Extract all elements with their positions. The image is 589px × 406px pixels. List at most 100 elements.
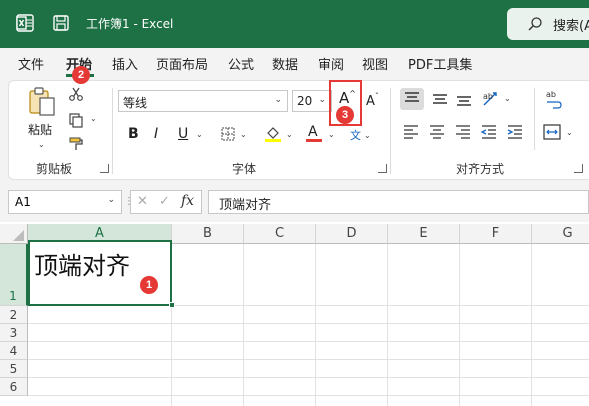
fill-color-icon[interactable] [264,124,282,146]
row-header-6[interactable]: 6 [0,378,28,396]
fill-color-dropdown-arrow[interactable]: ⌄ [286,130,293,139]
align-left-icon [404,125,418,139]
copy-dropdown-arrow[interactable]: ⌄ [90,114,97,123]
select-all-button[interactable] [0,224,28,244]
tab-data[interactable]: 数据 [272,54,298,73]
insert-function-button[interactable]: fx [181,193,194,209]
tab-review[interactable]: 审阅 [318,54,344,73]
orientation-button[interactable]: ab [480,88,504,114]
underline-dropdown-arrow[interactable]: ⌄ [196,130,203,139]
font-size-combo[interactable]: 20 ⌄ [292,90,332,112]
search-label: 搜索(A [553,19,589,34]
chevron-down-icon: ⌄ [318,95,326,105]
phonetic-guide-button[interactable]: 文 [350,128,361,144]
column-header-f[interactable]: F [460,224,532,244]
gridline [459,244,460,406]
font-color-swatch [306,139,322,142]
merge-center-icon [543,124,561,140]
gridline [387,244,388,406]
gridline [243,244,244,406]
copy-icon[interactable] [68,112,84,132]
chevron-down-icon: ⌄ [274,95,282,105]
row-header-5[interactable]: 5 [0,360,28,378]
paste-button[interactable]: 粘贴 [28,122,52,138]
gridline [28,323,589,324]
svg-text:ab: ab [546,90,556,99]
column-header-b[interactable]: B [172,224,244,244]
italic-button[interactable]: I [154,126,158,142]
align-left-button[interactable] [400,122,422,146]
cell-a1-value: 顶端对齐 [34,252,130,280]
orientation-dropdown-arrow[interactable]: ⌄ [504,94,511,103]
column-header-g[interactable]: G [532,224,589,244]
align-right-icon [456,125,470,139]
tab-formulas[interactable]: 公式 [228,54,254,73]
decrease-indent-button[interactable] [478,122,500,146]
decrease-font-size-button[interactable]: Aˇ [366,92,379,111]
merge-dropdown-arrow[interactable]: ⌄ [566,128,573,137]
alignment-group-label: 对齐方式 [456,162,505,176]
phonetic-dropdown-arrow[interactable]: ⌄ [364,131,371,140]
gridline [28,377,589,378]
tab-pdf-tools[interactable]: PDF工具集 [408,54,472,73]
bold-button[interactable]: B [128,126,139,142]
name-box[interactable]: A1 ⌄ [8,190,122,214]
gridline [315,244,316,406]
tab-file[interactable]: 文件 [18,54,44,73]
enter-icon[interactable]: ✓ [159,194,170,209]
gridline [28,395,589,396]
row-header-2[interactable]: 2 [0,306,28,324]
font-color-button[interactable]: A [306,124,322,142]
column-header-c[interactable]: C [244,224,316,244]
tab-insert[interactable]: 插入 [112,54,138,73]
bottom-align-button[interactable] [452,88,476,114]
column-header-d[interactable]: D [316,224,388,244]
name-box-value: A1 [15,195,31,209]
font-size-value: 20 [297,94,313,108]
group-separator [390,88,391,174]
paste-dropdown-arrow[interactable]: ⌄ [38,140,45,149]
increase-indent-button[interactable] [504,122,526,146]
formula-buttons: ✕ ✓ fx [130,190,202,214]
decrease-indent-icon [480,125,496,139]
window-title: 工作簿1 - Excel [86,17,174,31]
middle-align-button[interactable] [428,88,452,114]
font-name-value: 等线 [123,96,148,110]
borders-icon[interactable] [220,126,236,146]
merge-center-button[interactable] [542,122,562,146]
search-box[interactable]: 搜索(A [507,8,589,40]
select-all-icon [13,230,24,241]
save-icon[interactable] [52,14,70,32]
row-header-3[interactable]: 3 [0,324,28,342]
align-center-icon [430,125,444,139]
underline-button[interactable]: U [178,126,188,142]
font-name-combo[interactable]: 等线 ⌄ [118,90,288,112]
orientation-icon: ab [483,92,497,106]
clipboard-launcher-icon[interactable] [100,164,109,173]
font-launcher-icon[interactable] [378,164,387,173]
column-header-e[interactable]: E [388,224,460,244]
cut-icon[interactable] [68,86,84,106]
align-center-button[interactable] [426,122,448,146]
alignment-launcher-icon[interactable] [574,164,583,173]
format-painter-icon[interactable] [68,136,84,156]
font-color-dropdown-arrow[interactable]: ⌄ [328,130,335,139]
row-header-4[interactable]: 4 [0,342,28,360]
wrap-text-button[interactable]: ab [544,88,564,114]
gridline [28,359,589,360]
paste-icon[interactable] [26,86,58,122]
excel-logo-icon [16,14,34,32]
top-align-icon [405,92,419,102]
group-separator [112,88,113,174]
align-right-button[interactable] [452,122,474,146]
tab-page-layout[interactable]: 页面布局 [156,54,208,73]
row-header-1[interactable]: 1 [0,244,28,306]
borders-dropdown-arrow[interactable]: ⌄ [240,130,247,139]
formula-input[interactable]: 顶端对齐 [208,190,589,214]
caret-down-icon: ˇ [374,92,379,101]
clipboard-group-label: 剪贴板 [36,162,73,176]
tab-view[interactable]: 视图 [362,54,388,73]
top-align-button[interactable] [400,88,424,110]
cancel-icon[interactable]: ✕ [137,194,148,209]
fill-handle[interactable] [169,302,175,308]
